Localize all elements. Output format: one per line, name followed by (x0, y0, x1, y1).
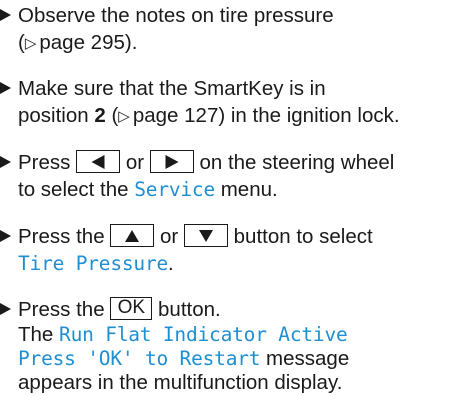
step-text: menu. (215, 178, 278, 201)
step-text: position (18, 104, 95, 127)
step-text-line: Press the or button to select (18, 224, 373, 250)
step-text-line: to select the Service menu. (18, 177, 278, 203)
display-menu-name: Service (134, 178, 216, 201)
step-text: Observe the notes on tire pressure (18, 4, 334, 27)
page-ref-link[interactable]: page 127 (133, 104, 219, 127)
step-text: message (260, 347, 350, 370)
right-triangle-bullet-icon (0, 303, 11, 315)
ok-key-label: OK (110, 297, 153, 321)
key-position-value: 2 (94, 104, 106, 127)
instruction-list: Observe the notes on tire pressure (▷ pag… (0, 0, 469, 394)
step-text-line: appears in the multifunction display. (18, 370, 342, 396)
step-text-line: Observe the notes on tire pressure (18, 3, 334, 29)
step-text: to select the (18, 178, 135, 201)
step-text: ( (105, 104, 119, 127)
step-text: Press the (18, 298, 105, 321)
step-text: Press (18, 151, 71, 174)
right-triangle-bullet-icon (0, 82, 11, 94)
step-text: or (125, 151, 145, 174)
right-triangle-bullet-icon (0, 9, 11, 21)
step-text: on the steering wheel (199, 151, 395, 174)
right-arrow-key-icon (149, 150, 194, 174)
display-menu-name: Tire Pressure (18, 252, 169, 275)
step-text: ) in the ignition lock. (218, 104, 400, 127)
step-text-line: Tire Pressure. (18, 251, 174, 277)
step-text: Make sure that the SmartKey is in (18, 77, 326, 100)
left-arrow-key-icon (76, 150, 121, 174)
step-text: . (168, 252, 174, 275)
step-text: Press the (18, 225, 105, 248)
step-text-line: Press or on the steering wheel (18, 150, 394, 176)
up-arrow-key-icon (110, 224, 155, 248)
page-ref-link[interactable]: page 295 (39, 31, 125, 54)
ref-open: ( (18, 31, 25, 54)
step-text: The (18, 323, 60, 346)
step-text-line: Make sure that the SmartKey is in (18, 76, 326, 102)
page-ref-arrow-icon: ▷ (118, 108, 130, 125)
step-text: button to select (233, 225, 373, 248)
down-arrow-key-icon (183, 224, 228, 248)
step-text-line: The Run Flat Indicator Active (18, 322, 348, 348)
ref-close: ). (124, 31, 138, 54)
right-triangle-bullet-icon (0, 156, 11, 168)
display-message: Run Flat Indicator Active (59, 323, 348, 346)
page-reference: (▷ page 295). (18, 30, 137, 56)
step-text-line: Press the OK button. (18, 297, 221, 323)
step-text-line: Press 'OK' to Restart message (18, 346, 349, 372)
step-text: appears in the multifunction display. (18, 371, 343, 394)
step-text: or (160, 225, 179, 248)
step-text: button. (158, 298, 221, 321)
page-ref-arrow-icon: ▷ (24, 35, 37, 52)
right-triangle-bullet-icon (0, 230, 11, 242)
step-text-line: position 2 (▷ page 127) in the ignition l… (18, 103, 400, 129)
display-message: Press 'OK' to Restart (18, 347, 261, 370)
